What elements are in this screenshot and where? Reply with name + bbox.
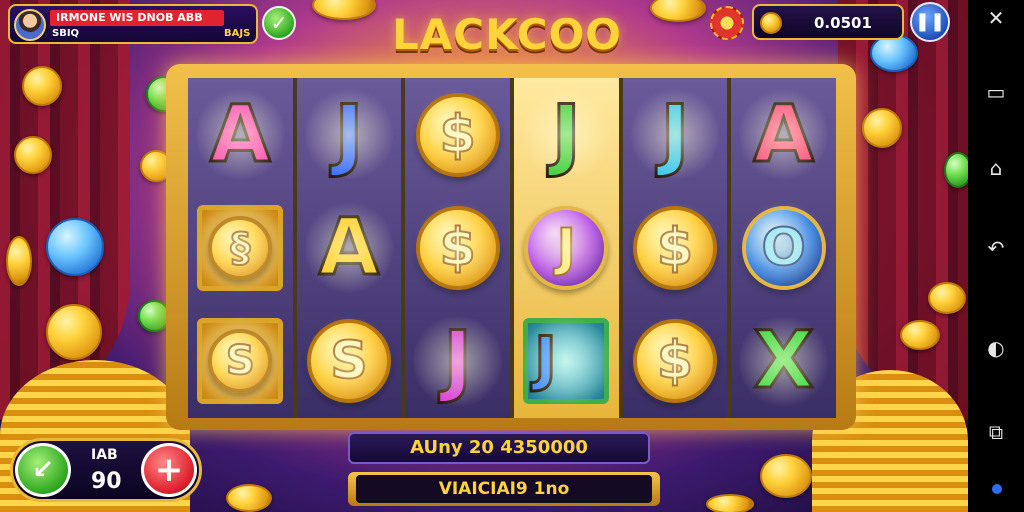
coin-symbol: J [524,205,609,290]
coin-symbol: S [306,319,391,404]
reel-cell: § [188,191,293,304]
gear-icon[interactable] [710,6,744,40]
win-display: AUny 20 4350000 [348,432,650,464]
decorative-coin [312,0,376,20]
decorative-coin [706,494,754,512]
decorative-coin [46,304,102,360]
letter-symbol: J [333,89,365,180]
decorative-coin [226,484,272,512]
reel-column: JJJ [513,78,619,418]
reel-cell: J [297,78,402,191]
spin-bar[interactable]: VIAICIAI9 1no [348,472,660,506]
square-symbol-glyph: S [208,329,273,394]
letter-symbol: A [752,89,815,180]
reel-cell: J [623,78,728,191]
reel-cell: J [514,191,619,304]
reel-cell: A [188,78,293,191]
avatar-icon[interactable] [14,9,46,41]
coin-icon [760,12,782,34]
square-symbol: J [523,318,610,405]
decorative-coin [944,152,968,188]
reel-cell: J [514,305,619,418]
reel-cell: $ [405,191,510,304]
square-symbol-glyph: J [533,324,558,395]
coin-symbol: $ [415,92,500,177]
screenshot-icon[interactable]: ⧉ [982,418,1010,446]
reel-cell: $ [623,191,728,304]
bet-value: 90 [91,469,122,494]
square-symbol: S [197,318,284,405]
decorative-coin [862,108,902,148]
reel-column: J $ $ [622,78,728,418]
decrease-bet-button[interactable]: ↙ [15,443,71,497]
game-stage: IRMONE WIS DNOB ABB SBIQ BAJS ✓ LACKCOO … [0,0,968,512]
back-icon[interactable]: ↶ [982,234,1010,262]
player-panel: IRMONE WIS DNOB ABB SBIQ BAJS [8,4,258,44]
reel-cell: $ [623,305,728,418]
decorative-coin [928,282,966,314]
reel-cell: O [731,191,836,304]
reel-cell: S [297,305,402,418]
reel-cell: J [405,305,510,418]
letter-symbol: J [442,316,474,407]
assistant-icon[interactable]: ◐ [982,334,1010,362]
letter-symbol: J [550,89,582,180]
decorative-coin [22,66,62,106]
close-icon[interactable]: ✕ [982,4,1010,32]
pause-icon: ❚❚ [914,11,946,32]
reel-column: A § S [188,78,293,418]
bet-label: IAB [91,447,118,463]
square-symbol: § [197,204,284,291]
home-icon[interactable]: ⌂ [982,154,1010,182]
square-symbol-glyph: § [208,215,273,280]
coin-symbol: $ [632,319,717,404]
letter-symbol: J [659,89,691,180]
decorative-coin [760,454,812,498]
coin-symbol: O [741,205,826,290]
decorative-coin [6,236,32,286]
reel-cell: X [731,305,836,418]
decorative-coin [14,136,52,174]
coin-symbol: $ [632,205,717,290]
balance-panel: 0.0501 [752,4,904,40]
player-name: IRMONE WIS DNOB ABB [50,10,224,26]
reel-column: $ $ J [405,78,510,418]
decorative-coin [650,0,706,22]
letter-symbol: X [752,316,815,407]
letter-symbol: A [317,202,380,293]
game-title: LACKCOO [392,10,622,59]
check-icon[interactable]: ✓ [262,6,296,40]
reel-cell: $ [405,78,510,191]
reel-frame: A § S J A S $ $ J J J J J $ $ A O X [166,64,856,430]
reel-cell: A [297,191,402,304]
decorative-coin [46,218,104,276]
system-navigation-bar: ✕ ▭ ⌂ ↶ ◐ ⧉ [968,0,1024,512]
spin-bar-label: VIAICIAI9 1no [356,475,652,503]
coin-symbol: $ [415,205,500,290]
player-level: BAJS [224,28,251,39]
reel-cell: A [731,78,836,191]
letter-symbol: A [209,89,272,180]
reel-cell: J [514,78,619,191]
reel-cell: S [188,305,293,418]
pause-button[interactable]: ❚❚ [910,2,950,42]
balance-value: 0.0501 [814,14,872,32]
indicator-dot [992,484,1002,494]
player-subtitle: SBIQ [52,28,80,39]
reel-column: JAS [296,78,402,418]
bet-control: ↙ IAB 90 + [10,438,202,502]
reel-column: AOX [731,78,836,418]
recent-apps-icon[interactable]: ▭ [982,78,1010,106]
reel-grid: A § S J A S $ $ J J J J J $ $ A O X [188,78,836,418]
increase-bet-button[interactable]: + [141,443,197,497]
decorative-coin [900,320,940,350]
